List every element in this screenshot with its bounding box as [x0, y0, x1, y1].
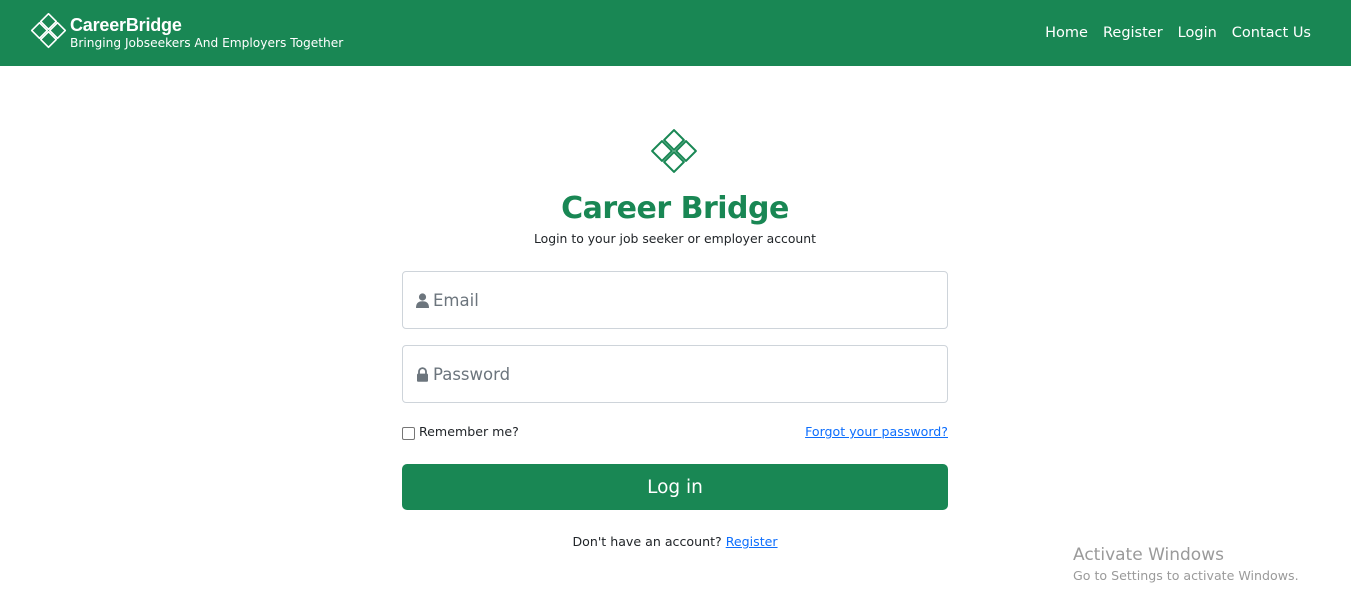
- nav-contact-us[interactable]: Contact Us: [1232, 22, 1311, 44]
- user-icon: [416, 292, 429, 308]
- login-options: Remember me? Forgot your password?: [402, 423, 948, 443]
- remember-me[interactable]: Remember me?: [402, 423, 519, 441]
- remember-me-checkbox[interactable]: [402, 426, 415, 440]
- login-button[interactable]: Log in: [402, 464, 948, 510]
- careerbridge-logo-icon: [651, 129, 697, 173]
- remember-me-label: Remember me?: [419, 424, 519, 439]
- brand-name: CareerBridge: [70, 15, 182, 35]
- email-input[interactable]: [433, 285, 947, 315]
- password-field[interactable]: [402, 345, 948, 403]
- watermark-title: Activate Windows: [1073, 545, 1224, 565]
- nav-home[interactable]: Home: [1045, 22, 1088, 44]
- brand-tagline: Bringing Jobseekers And Employers Togeth…: [70, 36, 344, 50]
- password-input[interactable]: [433, 359, 947, 389]
- no-account-text: Don't have an account?: [572, 534, 722, 549]
- watermark-subtitle: Go to Settings to activate Windows.: [1073, 568, 1299, 583]
- nav-register[interactable]: Register: [1103, 22, 1163, 44]
- register-link[interactable]: Register: [726, 534, 778, 549]
- lock-icon: [417, 366, 428, 382]
- main-nav: Home Register Login Contact Us: [1030, 22, 1311, 44]
- careerbridge-logo-icon: [30, 13, 67, 49]
- register-prompt: Don't have an account? Register: [402, 533, 948, 551]
- login-card: Career Bridge Login to your job seeker o…: [402, 128, 948, 549]
- activate-windows-watermark: Activate Windows Go to Settings to activ…: [1073, 544, 1299, 585]
- brand[interactable]: CareerBridge Bringing Jobseekers And Emp…: [30, 13, 343, 53]
- email-field[interactable]: [402, 271, 948, 329]
- login-subtitle: Login to your job seeker or employer acc…: [533, 231, 816, 246]
- forgot-password-link[interactable]: Forgot your password?: [805, 423, 948, 441]
- top-navbar: CareerBridge Bringing Jobseekers And Emp…: [0, 0, 1351, 66]
- login-title: Career Bridge: [561, 191, 789, 226]
- nav-login[interactable]: Login: [1178, 22, 1217, 44]
